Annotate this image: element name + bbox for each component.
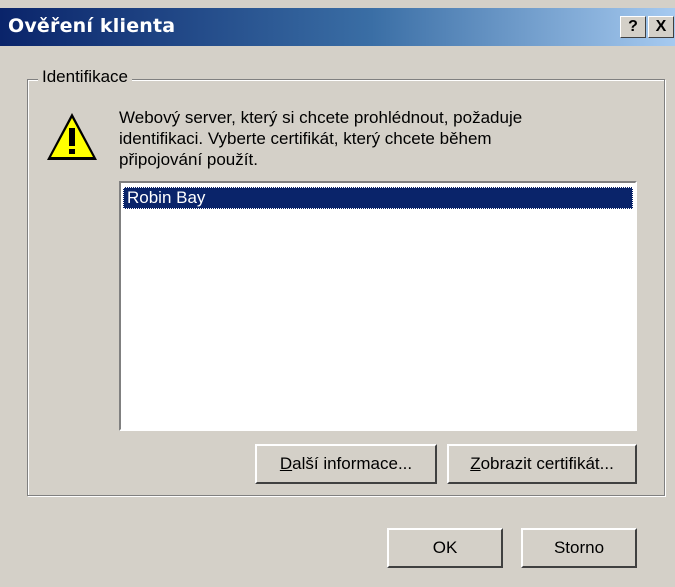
view-certificate-label: obrazit certifikát...: [480, 454, 614, 473]
help-button[interactable]: ?: [620, 16, 646, 38]
view-certificate-accesskey: Z: [470, 454, 481, 473]
instruction-line-3: připojování použít.: [119, 150, 258, 169]
ok-button[interactable]: OK: [387, 528, 503, 568]
groupbox-label: Identifikace: [38, 67, 132, 87]
title-bar[interactable]: Ověření klienta ? X: [0, 8, 675, 46]
more-info-label: alší informace...: [292, 454, 413, 473]
instruction-text: Webový server, který si chcete prohlédno…: [119, 107, 639, 170]
instruction-line-2: identifikaci. Vyberte certifikát, který …: [119, 129, 492, 148]
more-info-button[interactable]: Další informace...: [255, 444, 437, 484]
view-certificate-button[interactable]: Zobrazit certifikát...: [447, 444, 637, 484]
warning-icon: [47, 113, 97, 160]
certificate-item-selected[interactable]: Robin Bay: [123, 187, 633, 209]
cancel-button[interactable]: Storno: [521, 528, 637, 568]
client-authentication-dialog: Ověření klienta ? X Identifikace Webový …: [0, 0, 675, 587]
certificate-list[interactable]: Robin Bay: [119, 181, 637, 431]
close-button[interactable]: X: [648, 16, 674, 38]
more-info-accesskey: D: [279, 454, 293, 473]
instruction-line-1: Webový server, který si chcete prohlédno…: [119, 108, 523, 127]
dialog-title: Ověření klienta: [8, 15, 176, 37]
